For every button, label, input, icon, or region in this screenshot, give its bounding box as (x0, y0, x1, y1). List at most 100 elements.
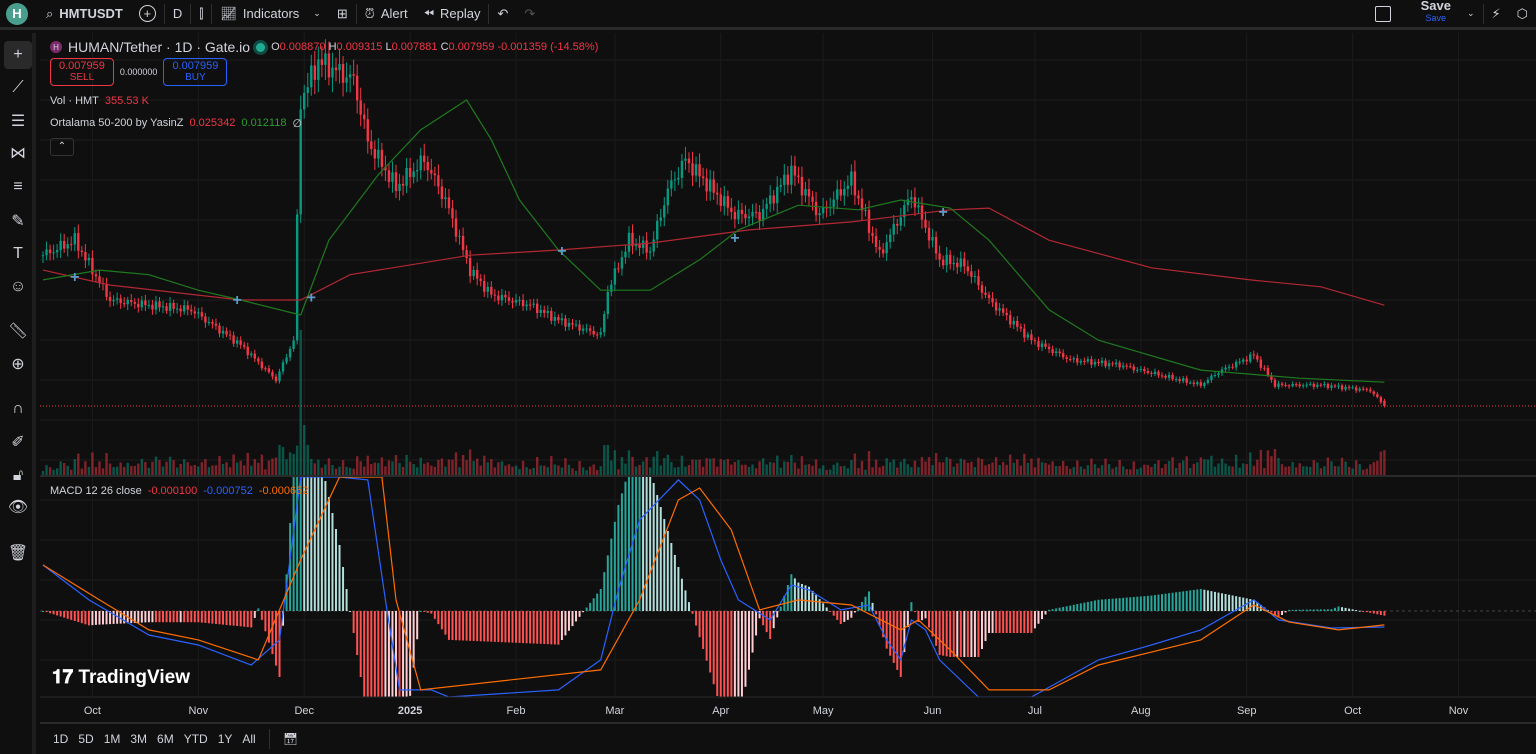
macd-histogram-bar (853, 611, 856, 613)
macd-histogram-bar (472, 611, 475, 641)
candle (744, 205, 747, 226)
candle (271, 369, 274, 380)
volume-bar (1294, 467, 1298, 475)
range-ytd[interactable]: YTD (181, 730, 211, 748)
macd-histogram-bar (529, 611, 532, 644)
settings-button[interactable]: ⬡ (1509, 0, 1536, 28)
candle (1139, 365, 1143, 373)
volume-bar (994, 457, 998, 475)
macd-histogram-bar (913, 611, 916, 613)
volume-bar (1030, 458, 1033, 475)
candle (1174, 376, 1178, 383)
candle (1316, 382, 1319, 389)
horizontal-lines-tool[interactable]: ☰ (4, 107, 32, 135)
macd-histogram-bar (1284, 611, 1287, 613)
macd-histogram-bar (1104, 599, 1107, 611)
interval-button[interactable]: D (165, 0, 190, 28)
profile-avatar[interactable]: H (6, 2, 28, 25)
macd-histogram-bar (684, 590, 687, 611)
save-button[interactable]: Save Save (1413, 0, 1459, 28)
volume-bar (737, 460, 740, 475)
lock-tool[interactable]: 🔓︎ (4, 462, 32, 490)
redo-button[interactable]: ↷ (516, 0, 543, 28)
candle (641, 236, 645, 254)
collapse-legend-button[interactable]: ⌃ (50, 138, 74, 156)
volume-bar (394, 455, 398, 475)
candle (747, 208, 751, 227)
symbol-label: HMTUSDT (59, 6, 123, 21)
range-1y[interactable]: 1Y (215, 730, 236, 748)
goto-date-icon[interactable]: 📅︎ (280, 730, 301, 748)
volume-bar (941, 462, 945, 475)
candle (1213, 372, 1217, 378)
macd-histogram-bar (956, 611, 959, 657)
sell-button[interactable]: 0.007959 SELL (50, 58, 114, 86)
indicators-button[interactable]: 📈︎ Indicators ⌄ (212, 0, 328, 28)
compare-button[interactable]: + (131, 0, 164, 28)
square-icon (1374, 5, 1391, 22)
trash-tool[interactable]: 🗑︎ (4, 539, 32, 567)
candle (264, 366, 267, 372)
macd-histogram-bar (310, 477, 313, 611)
undo-button[interactable]: ↶ (489, 0, 516, 28)
range-3m[interactable]: 3M (127, 730, 150, 748)
candle (41, 251, 45, 264)
eye-tool[interactable]: 👁︎ (4, 493, 32, 521)
volume-bar (458, 467, 461, 475)
macd-histogram-bar (49, 611, 52, 614)
candle (1012, 316, 1015, 330)
candle (663, 197, 666, 227)
symbol-search[interactable]: ⌕ HMTUSDT (38, 0, 131, 28)
volume-bar (1167, 461, 1171, 475)
x-tick-label: 2025 (398, 705, 422, 717)
range-6m[interactable]: 6M (154, 730, 177, 748)
emoji-tool[interactable]: ☺ (4, 273, 32, 301)
range-1m[interactable]: 1M (101, 730, 124, 748)
range-1d[interactable]: 1D (50, 730, 71, 748)
tradingview-logo[interactable]: 𝟏𝟕 TradingView (52, 667, 190, 689)
macd-histogram-bar (1376, 611, 1379, 615)
layouts-button[interactable]: ⊞ (329, 0, 356, 28)
volume-bar (641, 461, 645, 475)
save-label: Save (1420, 0, 1451, 13)
macd-histogram-bar (507, 611, 510, 643)
magnet-tool[interactable]: ∩ (4, 395, 32, 423)
ruler-tool[interactable]: 📏︎ (4, 317, 32, 345)
alert-label: Alert (380, 6, 408, 21)
quick-search-button[interactable]: ⚡︎ (1484, 0, 1509, 28)
volume-bar (864, 469, 867, 475)
candle (991, 291, 994, 308)
fullscreen-button[interactable] (1367, 0, 1399, 28)
candle (585, 323, 588, 333)
save-menu-button[interactable]: ⌄ (1459, 0, 1483, 28)
zoom-in-tool[interactable]: ⊕ (4, 350, 32, 378)
buy-button[interactable]: 0.007959 BUY (163, 58, 228, 86)
trend-line-tool[interactable]: ⟋ (4, 74, 32, 102)
candle (1372, 390, 1376, 397)
macd-histogram-bar (627, 477, 630, 611)
range-all[interactable]: All (239, 730, 258, 748)
alert-button[interactable]: ⏰︎ Alert (357, 0, 416, 28)
lock-draw-tool[interactable]: ✐ (4, 428, 32, 456)
candle (1298, 381, 1301, 389)
brush-tool[interactable]: ✎ (4, 207, 32, 235)
volume-bar (1023, 453, 1026, 475)
chart-type-button[interactable]: ⫿ (191, 0, 211, 28)
macd-histogram-bar (635, 477, 638, 611)
candle (677, 167, 680, 186)
volume-bar (910, 467, 913, 475)
replay-button[interactable]: ⏪︎ Replay (416, 0, 489, 28)
pattern-tool[interactable]: ⋈ (4, 139, 32, 167)
macd-histogram-bar (490, 611, 493, 642)
range-5d[interactable]: 5D (75, 730, 96, 748)
fib-tool[interactable]: ≡ (4, 173, 32, 201)
volume-bar (1330, 461, 1333, 475)
crosshair-tool[interactable]: + (4, 41, 32, 69)
candle (934, 231, 938, 260)
macd-histogram-bar (331, 513, 334, 611)
macd-histogram-bar (1228, 594, 1231, 611)
volume-bar (1358, 464, 1361, 475)
brush-icon: ✎ (11, 213, 25, 230)
text-tool[interactable]: T (4, 240, 32, 268)
candle (52, 244, 55, 260)
